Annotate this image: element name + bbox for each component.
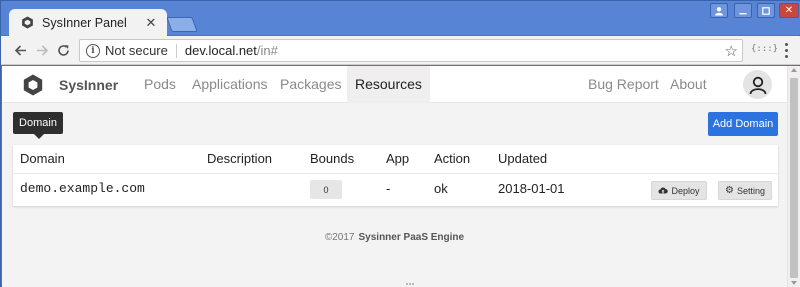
reload-icon[interactable] [54, 41, 72, 59]
scrollbar-thumb[interactable] [790, 78, 798, 278]
resize-grip-icon [406, 283, 414, 287]
top-navbar: SysInner Pods Applications Packages Reso… [2, 66, 787, 103]
tab-strip: SysInner Panel ✕ ✕ [1, 1, 800, 36]
page-footer: ©2017 Sysinner PaaS Engine [2, 232, 787, 243]
hexagon-favicon-icon [22, 16, 33, 29]
tab-title: SysInner Panel [42, 15, 127, 30]
column-header-action: Action [434, 151, 471, 166]
browser-window: SysInner Panel ✕ ✕ i Not secure dev.loca… [0, 0, 800, 287]
user-avatar[interactable] [743, 70, 772, 99]
cell-app: - [386, 181, 391, 196]
column-header-updated: Updated [498, 151, 548, 166]
cell-domain[interactable]: demo.example.com [20, 181, 145, 196]
profile-icon[interactable] [710, 3, 728, 18]
sysinner-logo-icon[interactable] [22, 74, 44, 96]
close-tab-icon[interactable]: ✕ [143, 15, 159, 31]
cloud-upload-icon [658, 187, 669, 194]
url-path: /in# [256, 43, 278, 58]
nav-item-resources[interactable]: Resources [347, 66, 430, 103]
minimize-icon[interactable] [734, 3, 752, 18]
setting-button[interactable]: ⚙ Setting [718, 181, 772, 200]
scroll-down-arrow-icon[interactable] [791, 281, 797, 285]
deploy-button[interactable]: Deploy [651, 181, 707, 200]
page-content: SysInner Pods Applications Packages Reso… [2, 66, 787, 287]
copyright: ©2017 [324, 232, 355, 243]
bounds-badge: 0 [310, 180, 342, 199]
gear-icon: ⚙ [725, 185, 734, 196]
column-header-description: Description [207, 151, 273, 166]
info-icon[interactable]: i [86, 43, 100, 58]
bookmark-star-icon[interactable]: ☆ [725, 42, 738, 60]
back-arrow-icon[interactable] [11, 41, 29, 59]
close-window-icon[interactable]: ✕ [779, 3, 799, 18]
deploy-button-label: Deploy [671, 185, 700, 196]
new-tab-button[interactable] [166, 17, 198, 32]
scroll-up-arrow-icon[interactable] [791, 68, 797, 72]
nav-item-applications[interactable]: Applications [192, 66, 268, 103]
brand-name[interactable]: SysInner [59, 77, 118, 93]
nav-item-packages[interactable]: Packages [280, 66, 341, 103]
omnibox-divider [175, 43, 177, 58]
maximize-icon[interactable] [757, 3, 775, 18]
column-header-domain: Domain [20, 151, 65, 166]
footer-engine-name: Sysinner PaaS Engine [358, 232, 465, 243]
security-label: Not secure [105, 43, 168, 58]
table-divider [13, 173, 778, 174]
browser-menu-icon[interactable] [780, 41, 792, 59]
column-header-app: App [386, 151, 410, 166]
setting-button-label: Setting [736, 185, 765, 196]
extension-icon[interactable]: {:::} [751, 44, 778, 54]
domain-table: Domain Description Bounds App Action Upd… [13, 145, 778, 206]
cell-action: ok [434, 181, 448, 196]
cell-updated: 2018-01-01 [498, 181, 565, 196]
vertical-scrollbar[interactable] [787, 66, 800, 287]
column-header-bounds: Bounds [310, 151, 355, 166]
user-icon [749, 76, 766, 94]
url-host: dev.local.net [184, 43, 257, 58]
domain-tooltip: Domain [13, 112, 63, 139]
nav-item-about[interactable]: About [670, 66, 707, 103]
address-bar[interactable]: i Not secure dev.local.net/in# ☆ [79, 39, 743, 62]
add-domain-button[interactable]: Add Domain [708, 112, 778, 136]
browser-tab[interactable]: SysInner Panel ✕ [9, 9, 167, 36]
nav-item-pods[interactable]: Pods [144, 66, 176, 103]
browser-toolbar: i Not secure dev.local.net/in# ☆ {:::} [1, 36, 800, 65]
nav-item-bug-report[interactable]: Bug Report [588, 66, 659, 103]
forward-arrow-icon[interactable] [33, 41, 51, 59]
